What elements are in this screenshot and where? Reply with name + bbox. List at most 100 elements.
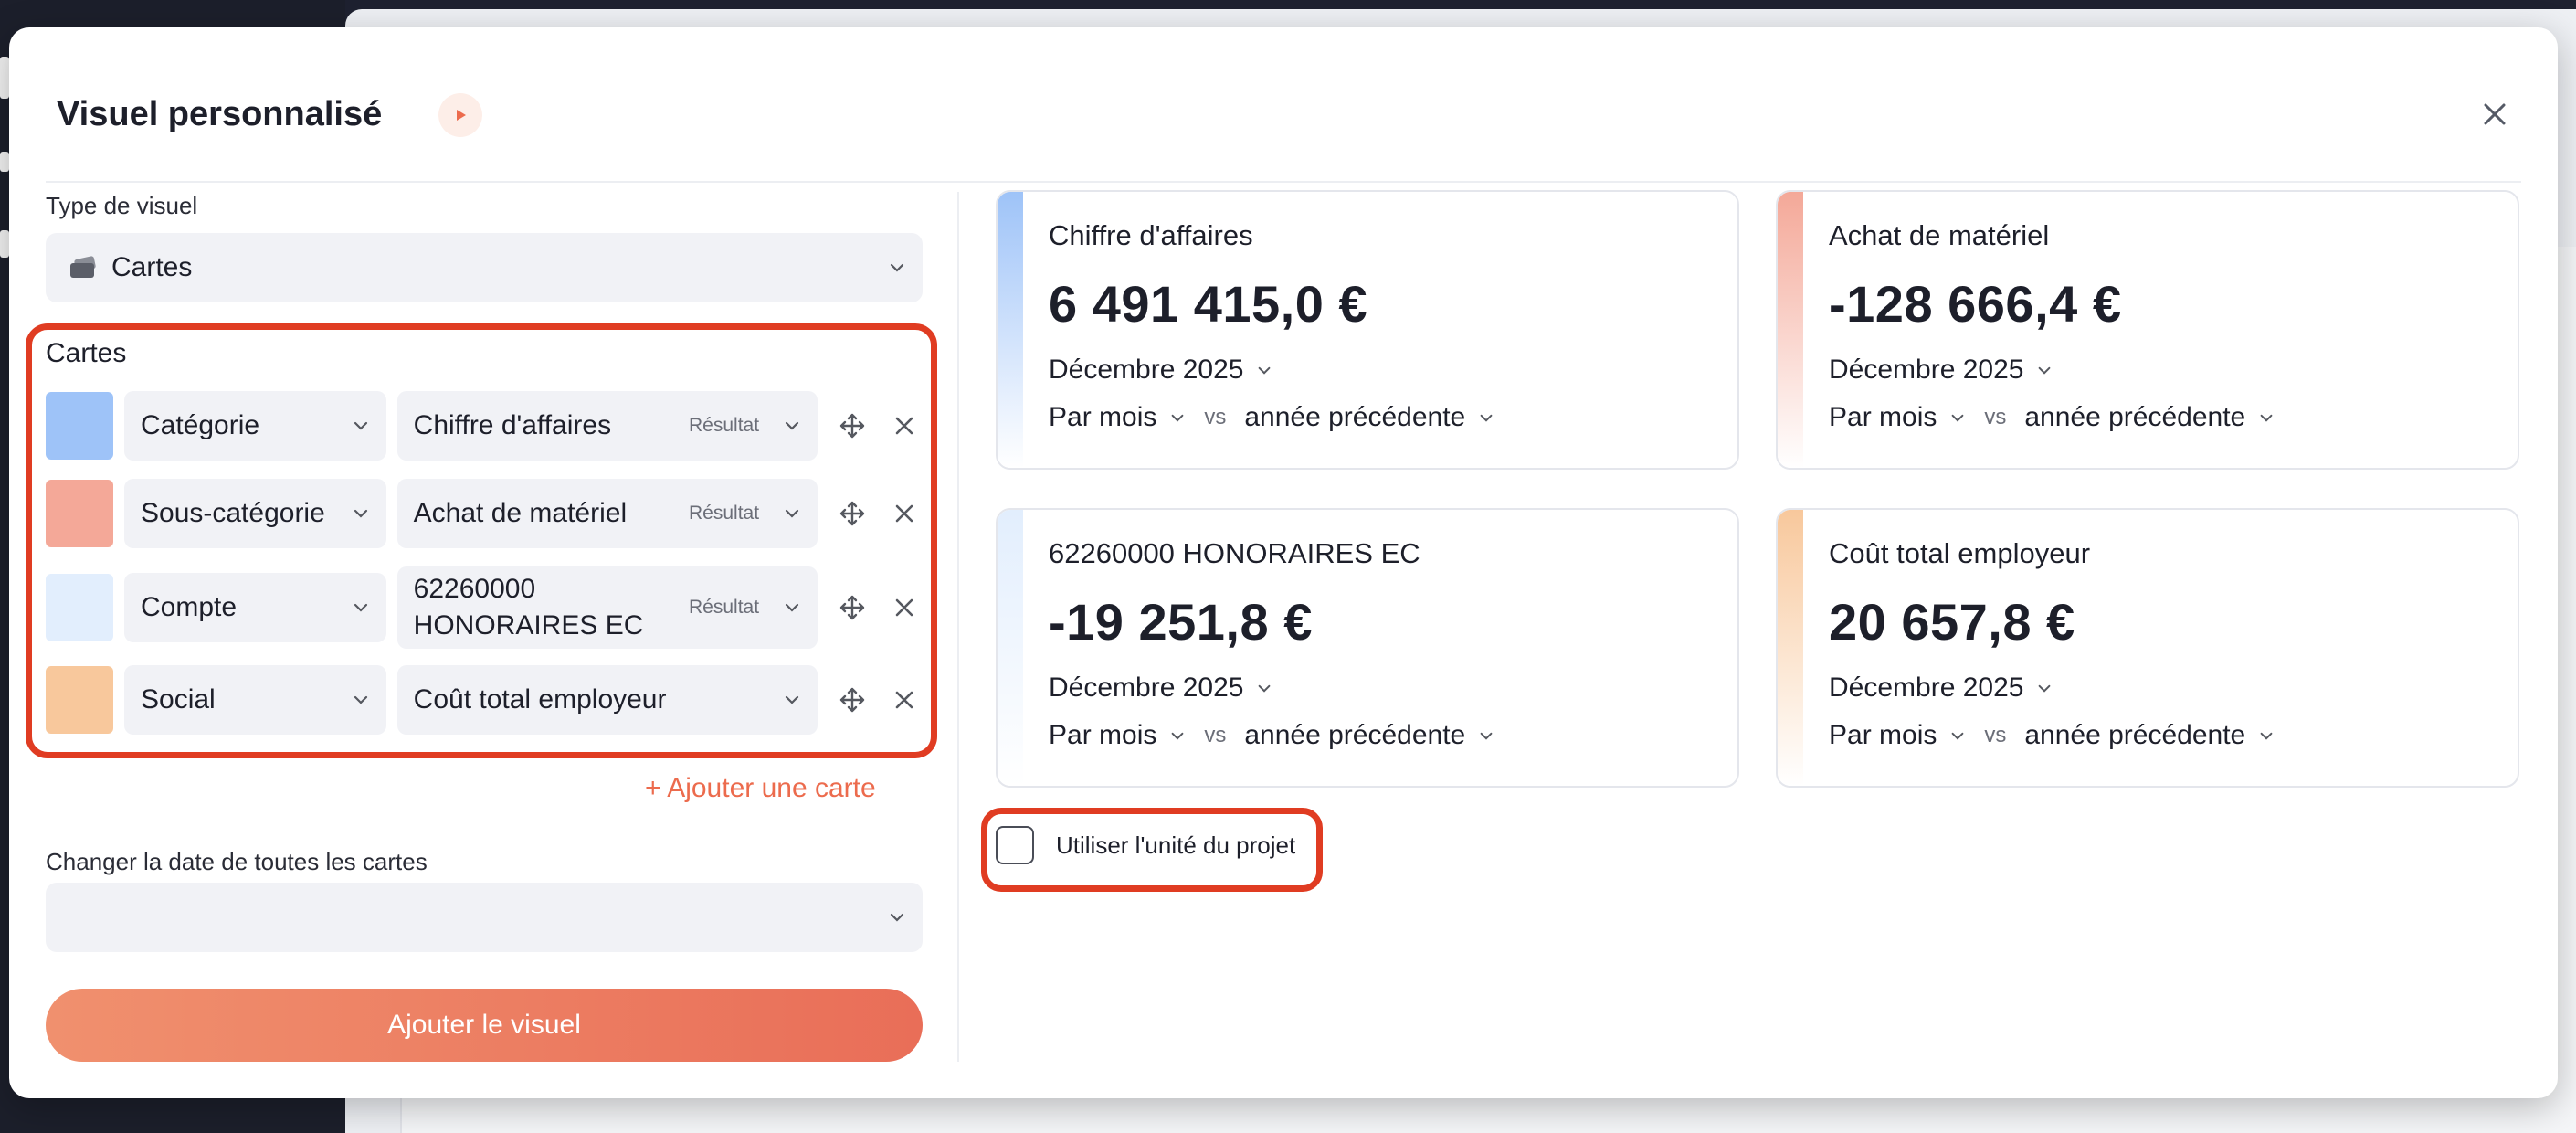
- kpi-card-date: Décembre 2025: [1829, 355, 2024, 385]
- card-item-value: Chiffre d'affaires: [413, 409, 612, 440]
- close-icon: [2484, 103, 2506, 125]
- kpi-card-compare-select[interactable]: année précédente: [2024, 402, 2275, 433]
- background-sidebar-icon: [0, 230, 9, 258]
- add-card-button[interactable]: + Ajouter une carte: [645, 773, 876, 804]
- move-icon: [839, 687, 864, 713]
- play-tutorial-button[interactable]: [438, 93, 482, 137]
- card-category-value: Sous-catégorie: [141, 498, 325, 528]
- remove-card-button[interactable]: [887, 408, 923, 444]
- drag-handle[interactable]: [834, 495, 870, 532]
- visual-form: Type de visuel Cartes: [46, 192, 923, 302]
- remove-card-button[interactable]: [887, 682, 923, 718]
- card-item-value: 62260000 HONORAIRES EC: [413, 573, 644, 641]
- card-item-select[interactable]: Achat de matériel Résultat: [396, 479, 818, 548]
- kpi-card-vs: vs: [1204, 405, 1227, 429]
- kpi-card-vs: vs: [1984, 723, 2007, 747]
- kpi-card-date-select[interactable]: Décembre 2025: [1049, 672, 1272, 704]
- chevron-down-icon: [888, 912, 906, 923]
- chevron-down-icon: [1478, 413, 1494, 423]
- kpi-card: Coût total employeur 20 657,8 € Décembre 2…: [1776, 508, 2519, 788]
- kpi-card-date: Décembre 2025: [1049, 672, 1244, 703]
- chevron-down-icon: [1169, 413, 1186, 423]
- chevron-down-icon: [783, 602, 801, 613]
- kpi-card-title: Coût total employeur: [1829, 537, 2091, 569]
- drag-handle[interactable]: [834, 682, 870, 718]
- kpi-card-period-select[interactable]: Par mois: [1829, 720, 1966, 751]
- add-visual-button[interactable]: Ajouter le visuel: [46, 989, 923, 1062]
- chevron-down-icon: [1949, 731, 1966, 741]
- kpi-card-period-select[interactable]: Par mois: [1049, 720, 1186, 751]
- card-category-select[interactable]: Social: [124, 665, 386, 735]
- kpi-card-compare-select[interactable]: année précédente: [2024, 720, 2275, 751]
- kpi-card-compare: Par mois vs année précédente: [1829, 402, 2275, 433]
- kpi-card-date-select[interactable]: Décembre 2025: [1049, 355, 1272, 386]
- play-icon: [457, 110, 466, 121]
- kpi-card-period: Par mois: [1049, 402, 1157, 432]
- date-all-cards-label: Changer la date de toutes les cartes: [46, 848, 428, 875]
- visual-type-label: Type de visuel: [46, 192, 198, 219]
- kpi-card-compare-select[interactable]: année précédente: [1244, 402, 1494, 433]
- card-item-value: Achat de matériel: [413, 497, 628, 528]
- kpi-card-period-select[interactable]: Par mois: [1829, 402, 1966, 433]
- card-item-tag: Résultat: [689, 415, 760, 436]
- kpi-card-date: Décembre 2025: [1049, 355, 1244, 385]
- drag-handle[interactable]: [834, 408, 870, 444]
- card-color-swatch[interactable]: [46, 666, 113, 734]
- visual-type-value: Cartes: [111, 252, 193, 282]
- kpi-card-date-select[interactable]: Décembre 2025: [1829, 355, 2053, 386]
- card-category-value: Catégorie: [141, 410, 260, 440]
- chevron-down-icon: [2258, 731, 2275, 741]
- kpi-card-accent: [998, 510, 1023, 786]
- remove-card-button[interactable]: [887, 495, 923, 532]
- kpi-card-compare: Par mois vs année précédente: [1049, 720, 1494, 751]
- kpi-card-title: 62260000 HONORAIRES EC: [1049, 537, 1420, 569]
- remove-card-button[interactable]: [887, 589, 923, 626]
- card-color-swatch[interactable]: [46, 392, 113, 460]
- chevron-down-icon: [352, 694, 370, 705]
- chevron-down-icon: [783, 508, 801, 519]
- chevron-down-icon: [2036, 683, 2053, 694]
- chevron-down-icon: [888, 262, 906, 273]
- cards-section-label: Cartes: [46, 338, 127, 368]
- kpi-card-vs: vs: [1204, 723, 1227, 747]
- modal-title: Visuel personnalisé: [57, 95, 383, 133]
- kpi-card-date: Décembre 2025: [1829, 672, 2024, 703]
- kpi-card: Chiffre d'affaires 6 491 415,0 € Décembre …: [996, 190, 1739, 470]
- chevron-down-icon: [1256, 683, 1272, 694]
- kpi-card-value: 20 657,8 €: [1829, 593, 2075, 651]
- card-category-select[interactable]: Compte: [124, 573, 386, 642]
- card-item-select[interactable]: Coût total employeur: [396, 665, 818, 735]
- chevron-down-icon: [783, 420, 801, 431]
- card-color-swatch[interactable]: [46, 480, 113, 547]
- card-category-select[interactable]: Catégorie: [124, 391, 386, 461]
- kpi-card-value: -128 666,4 €: [1829, 275, 2122, 333]
- kpi-card: Achat de matériel -128 666,4 € Décembre 20…: [1776, 190, 2519, 470]
- kpi-card-compare: Par mois vs année précédente: [1829, 720, 2275, 751]
- card-color-swatch[interactable]: [46, 574, 113, 641]
- close-icon: [895, 691, 913, 709]
- card-category-select[interactable]: Sous-catégorie: [124, 479, 386, 548]
- move-icon: [839, 413, 864, 439]
- kpi-card-compare-select[interactable]: année précédente: [1244, 720, 1494, 751]
- close-icon: [895, 417, 913, 435]
- project-unit-label: Utiliser l'unité du projet: [1056, 831, 1296, 859]
- kpi-card-value: 6 491 415,0 €: [1049, 275, 1368, 333]
- drag-handle[interactable]: [834, 589, 870, 626]
- card-category-value: Compte: [141, 592, 238, 622]
- card-item-tag: Résultat: [689, 597, 760, 618]
- background-sidebar-icon: [0, 152, 9, 172]
- kpi-card-period-select[interactable]: Par mois: [1049, 402, 1186, 433]
- date-all-cards-select[interactable]: [46, 883, 923, 952]
- card-item-select[interactable]: 62260000 HONORAIRES EC Résultat: [396, 566, 818, 649]
- card-item-select[interactable]: Chiffre d'affaires Résultat: [396, 391, 818, 461]
- chevron-down-icon: [352, 420, 370, 431]
- chevron-down-icon: [352, 508, 370, 519]
- kpi-card-title: Achat de matériel: [1829, 219, 2050, 251]
- visual-type-select[interactable]: Cartes: [46, 233, 923, 302]
- close-button[interactable]: [2472, 91, 2518, 137]
- project-unit-checkbox[interactable]: [996, 826, 1034, 864]
- kpi-card-compare-value: année précédente: [1244, 720, 1466, 750]
- card-row: Compte 62260000 HONORAIRES EC Résultat: [46, 566, 923, 649]
- kpi-card-date-select[interactable]: Décembre 2025: [1829, 672, 2053, 704]
- card-item-tag: Résultat: [689, 503, 760, 524]
